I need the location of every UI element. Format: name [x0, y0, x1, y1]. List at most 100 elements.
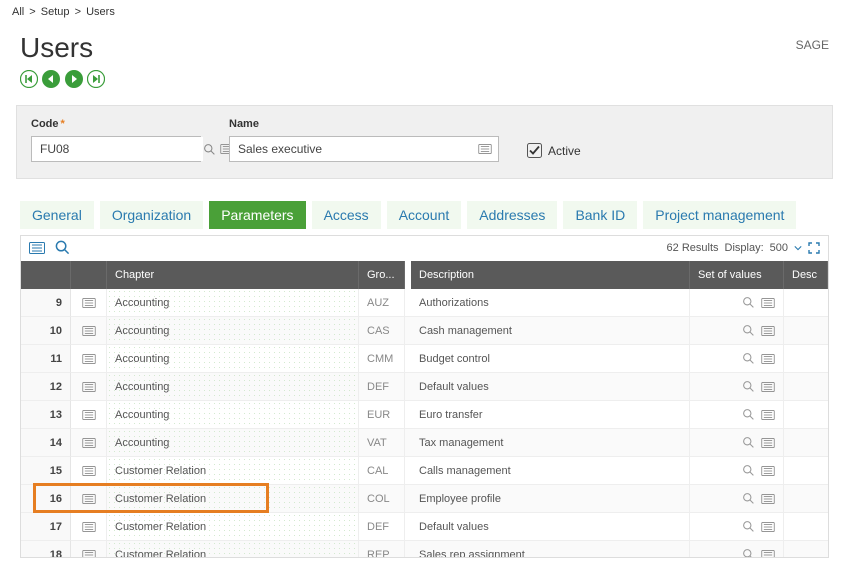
expand-icon[interactable]	[808, 242, 820, 254]
row-set-of-values[interactable]	[690, 457, 784, 485]
row-chapter[interactable]: Customer Relation	[107, 513, 359, 541]
display-label: Display:	[725, 242, 764, 254]
last-record-icon[interactable]	[87, 70, 105, 88]
row-description: Tax management	[411, 429, 690, 457]
row-chapter[interactable]: Accounting	[107, 373, 359, 401]
search-icon[interactable]	[203, 143, 216, 156]
chevron-down-icon[interactable]	[794, 244, 802, 252]
row-chapter[interactable]: Accounting	[107, 401, 359, 429]
first-record-icon[interactable]	[20, 70, 38, 88]
table-row[interactable]: 14AccountingVATTax management	[21, 429, 828, 457]
row-group: CAL	[359, 457, 405, 485]
row-number: 14	[21, 429, 71, 457]
row-number: 9	[21, 289, 71, 317]
row-list-icon[interactable]	[71, 373, 107, 401]
row-number: 10	[21, 317, 71, 345]
row-number: 12	[21, 373, 71, 401]
breadcrumb: All > Setup > Users	[0, 0, 849, 24]
page-title: Users	[20, 32, 93, 64]
header-set-of-values[interactable]: Set of values	[690, 261, 784, 289]
list-icon[interactable]	[478, 144, 492, 154]
row-set-of-values[interactable]	[690, 401, 784, 429]
name-input[interactable]	[230, 137, 478, 161]
breadcrumb-root[interactable]: All	[12, 6, 24, 18]
form-panel: Code* Name Active	[16, 105, 833, 179]
table-row[interactable]: 16 Customer RelationCOLEmployee profile	[21, 485, 828, 513]
active-checkbox[interactable]: Active	[527, 143, 581, 162]
row-chapter[interactable]: Accounting	[107, 317, 359, 345]
prev-record-icon[interactable]	[42, 70, 60, 88]
row-set-of-values[interactable]	[690, 541, 784, 557]
row-list-icon[interactable]	[71, 513, 107, 541]
tab-bank-id[interactable]: Bank ID	[563, 201, 637, 229]
list-icon[interactable]	[29, 242, 45, 254]
row-desc2	[784, 485, 828, 513]
row-chapter[interactable]: Customer Relation	[107, 485, 359, 513]
row-group: CMM	[359, 345, 405, 373]
row-chapter[interactable]: Customer Relation	[107, 541, 359, 557]
row-description: Sales rep assignment	[411, 541, 690, 557]
row-description: Calls management	[411, 457, 690, 485]
header-group[interactable]: Gro...	[359, 261, 405, 289]
row-description: Budget control	[411, 345, 690, 373]
row-set-of-values[interactable]	[690, 429, 784, 457]
header-desc2[interactable]: Desc	[784, 261, 828, 289]
row-list-icon[interactable]	[71, 345, 107, 373]
row-list-icon[interactable]	[71, 485, 107, 513]
table-row[interactable]: 13AccountingEUREuro transfer	[21, 401, 828, 429]
row-set-of-values[interactable]	[690, 289, 784, 317]
row-list-icon[interactable]	[71, 289, 107, 317]
row-group: REP	[359, 541, 405, 557]
breadcrumb-mid[interactable]: Setup	[41, 6, 70, 18]
display-value[interactable]: 500	[770, 242, 788, 254]
tab-addresses[interactable]: Addresses	[467, 201, 557, 229]
header-description[interactable]: Description	[411, 261, 690, 289]
code-input[interactable]	[32, 137, 203, 161]
row-set-of-values[interactable]	[690, 513, 784, 541]
row-chapter[interactable]: Accounting	[107, 345, 359, 373]
row-description: Default values	[411, 513, 690, 541]
row-desc2	[784, 541, 828, 557]
record-nav	[0, 68, 849, 105]
row-set-of-values[interactable]	[690, 345, 784, 373]
row-list-icon[interactable]	[71, 317, 107, 345]
table-row[interactable]: 9AccountingAUZAuthorizations	[21, 289, 828, 317]
row-description: Employee profile	[411, 485, 690, 513]
row-group: EUR	[359, 401, 405, 429]
tab-parameters[interactable]: Parameters	[209, 201, 305, 229]
row-chapter[interactable]: Accounting	[107, 429, 359, 457]
tab-organization[interactable]: Organization	[100, 201, 203, 229]
header-chapter[interactable]: Chapter	[107, 261, 359, 289]
tab-access[interactable]: Access	[312, 201, 381, 229]
table-row[interactable]: 12AccountingDEFDefault values	[21, 373, 828, 401]
breadcrumb-leaf: Users	[86, 6, 115, 18]
row-number: 16	[21, 485, 71, 513]
tab-account[interactable]: Account	[387, 201, 462, 229]
grid-header: Chapter Gro... Description Set of values…	[21, 261, 828, 289]
row-set-of-values[interactable]	[690, 485, 784, 513]
row-set-of-values[interactable]	[690, 317, 784, 345]
next-record-icon[interactable]	[65, 70, 83, 88]
row-chapter[interactable]: Accounting	[107, 289, 359, 317]
table-row[interactable]: 18Customer RelationREPSales rep assignme…	[21, 541, 828, 557]
row-list-icon[interactable]	[71, 457, 107, 485]
active-label: Active	[548, 144, 581, 158]
row-list-icon[interactable]	[71, 541, 107, 557]
table-row[interactable]: 11AccountingCMMBudget control	[21, 345, 828, 373]
search-icon[interactable]	[55, 240, 70, 255]
grid-body[interactable]: 9AccountingAUZAuthorizations 10Accountin…	[21, 289, 828, 557]
tab-project-management[interactable]: Project management	[643, 201, 796, 229]
table-row[interactable]: 10AccountingCASCash management	[21, 317, 828, 345]
row-list-icon[interactable]	[71, 401, 107, 429]
tabs: GeneralOrganizationParametersAccessAccou…	[0, 179, 849, 229]
row-desc2	[784, 401, 828, 429]
row-desc2	[784, 345, 828, 373]
row-list-icon[interactable]	[71, 429, 107, 457]
tab-general[interactable]: General	[20, 201, 94, 229]
table-row[interactable]: 17Customer RelationDEFDefault values	[21, 513, 828, 541]
row-group: COL	[359, 485, 405, 513]
row-desc2	[784, 513, 828, 541]
row-set-of-values[interactable]	[690, 373, 784, 401]
row-chapter[interactable]: Customer Relation	[107, 457, 359, 485]
table-row[interactable]: 15Customer RelationCALCalls management	[21, 457, 828, 485]
